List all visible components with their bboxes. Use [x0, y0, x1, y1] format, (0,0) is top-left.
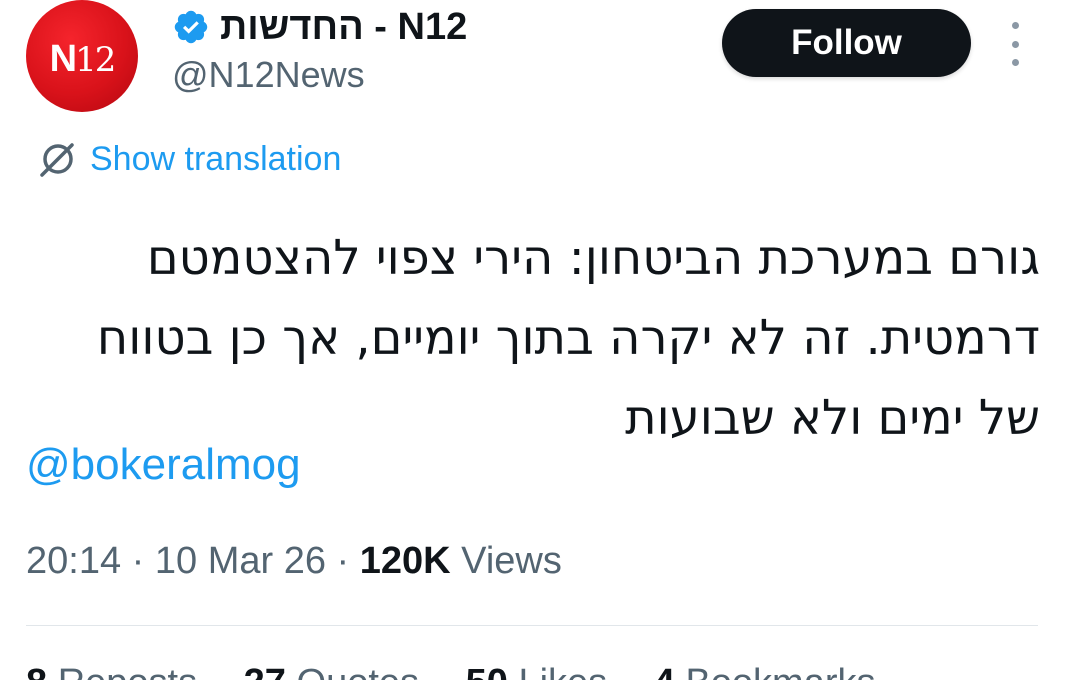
more-options-icon[interactable]	[1000, 22, 1030, 66]
separator: ·	[336, 540, 350, 582]
quotes-count: 27	[244, 662, 286, 680]
tweet-time[interactable]: 20:14	[26, 540, 121, 582]
divider	[26, 625, 1038, 626]
author-handle[interactable]: @N12News	[172, 54, 365, 96]
show-translation-link[interactable]: Show translation	[90, 140, 341, 179]
dot	[1011, 22, 1019, 29]
dot	[1011, 40, 1019, 48]
reposts-count: 8	[26, 662, 47, 680]
tweet-meta: 20:14 · 10 Mar 26 · 120K Views	[26, 540, 562, 583]
likes-count: 50	[466, 662, 508, 680]
engagement-stats: 8 Reposts 27 Quotes 50 Likes 4 Bookmarks	[26, 662, 876, 680]
avatar[interactable]: N12	[26, 0, 138, 112]
translation-row[interactable]: Show translation	[38, 136, 341, 182]
bookmarks-label: Bookmarks	[685, 662, 875, 680]
follow-button[interactable]: Follow	[722, 9, 971, 77]
author-display-name[interactable]: החדשות - N12	[220, 6, 467, 49]
tweet-text-line: גורם במערכת הביטחון: הירי צפוי להצטמטם	[146, 230, 1040, 286]
n12-logo: N12	[49, 37, 117, 80]
mention-link[interactable]: @bokeralmog	[26, 440, 301, 490]
reposts-stat[interactable]: 8 Reposts	[26, 662, 197, 680]
likes-label: Likes	[518, 662, 607, 680]
author-name-row[interactable]: החדשות - N12	[172, 2, 467, 52]
tweet: N12 החדשות - N12 @N12News Follow Show tr…	[0, 0, 1072, 680]
translate-globe-icon	[40, 143, 74, 177]
dot	[1011, 59, 1019, 66]
bookmarks-stat[interactable]: 4 Bookmarks	[654, 662, 876, 680]
bookmarks-count: 4	[654, 662, 675, 680]
separator: ·	[131, 540, 145, 582]
likes-stat[interactable]: 50 Likes	[466, 662, 608, 680]
tweet-text-line: דרמטית. זה לא יקרה בתוך יומיים, אך כן בט…	[96, 310, 1040, 366]
views-count: 120K	[359, 540, 451, 582]
tweet-date[interactable]: 10 Mar 26	[155, 540, 326, 582]
quotes-label: Quotes	[297, 662, 420, 680]
reposts-label: Reposts	[58, 662, 197, 680]
quotes-stat[interactable]: 27 Quotes	[244, 662, 419, 680]
views-label: Views	[461, 540, 562, 582]
verified-badge-icon	[174, 10, 208, 44]
tweet-text: גורם במערכת הביטחון: הירי צפוי להצטמטם ד…	[30, 218, 1040, 458]
